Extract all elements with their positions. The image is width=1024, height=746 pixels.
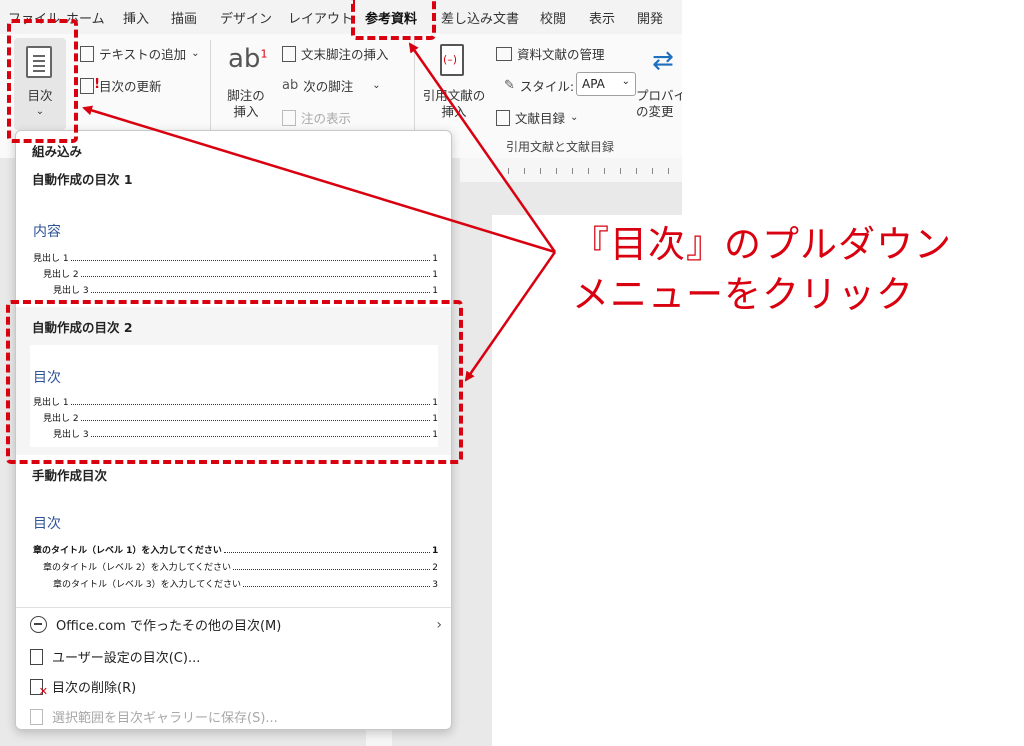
footnote-sup: 1 bbox=[260, 47, 268, 61]
callout-line-2: メニューをクリック bbox=[572, 273, 914, 316]
highlight-references-tab bbox=[351, 0, 436, 40]
tab-draw[interactable]: 描画 bbox=[171, 8, 197, 27]
builtin-header: 組み込み bbox=[32, 144, 83, 159]
horizontal-ruler bbox=[460, 158, 682, 182]
custom-toc-label: ユーザー設定の目次(C)... bbox=[52, 651, 201, 666]
toc-line: 見出し 21 bbox=[43, 270, 438, 280]
show-notes-icon bbox=[282, 109, 296, 126]
auto1-preview: 内容 見出し 11 見出し 21 見出し 31 bbox=[30, 221, 438, 296]
globe-icon bbox=[30, 616, 47, 633]
tab-review[interactable]: 校閲 bbox=[540, 8, 566, 27]
custom-toc-item[interactable]: ユーザー設定の目次(C)... bbox=[30, 647, 200, 666]
citations-group-label: 引用文献と文献目録 bbox=[506, 140, 615, 154]
manage-sources-icon bbox=[496, 46, 512, 61]
manual-preview: 目次 章のタイトル（レベル 1）を入力してください 1 章のタイトル（レベル 2）… bbox=[30, 513, 438, 607]
custom-toc-icon bbox=[30, 648, 43, 665]
add-text-button[interactable]: テキストの追加 ⌄ bbox=[80, 44, 200, 63]
insert-endnote-label: 文末脚注の挿入 bbox=[301, 47, 389, 62]
submenu-chevron-icon: › bbox=[436, 616, 442, 633]
add-text-chevron-icon: ⌄ bbox=[191, 48, 200, 59]
toc-line: 章のタイトル（レベル 1）を入力してください 1 bbox=[33, 546, 439, 556]
tab-layout[interactable]: レイアウト bbox=[288, 8, 353, 27]
toc-option-manual[interactable]: 手動作成目次 目次 章のタイトル（レベル 1）を入力してください 1 章のタイトル… bbox=[16, 457, 451, 607]
update-toc-button[interactable]: ! 目次の更新 bbox=[80, 76, 162, 95]
highlight-toc-button bbox=[7, 19, 78, 143]
auto1-title: 自動作成の目次 1 bbox=[32, 172, 133, 187]
more-toc-office-label: Office.com で作ったその他の目次(M) bbox=[56, 619, 282, 634]
toc-line: 章のタイトル（レベル 2）を入力してください 2 bbox=[43, 563, 438, 573]
toc-option-auto1[interactable]: 自動作成の目次 1 内容 見出し 11 見出し 21 見出し 31 bbox=[16, 159, 451, 297]
menu-separator bbox=[16, 607, 451, 608]
endnote-icon bbox=[282, 45, 296, 62]
style-dropdown[interactable]: APA ⌄ bbox=[576, 72, 636, 96]
manual-heading: 目次 bbox=[33, 516, 61, 532]
manage-sources-label: 資料文献の管理 bbox=[517, 47, 605, 62]
bibliography-label: 文献目録 bbox=[515, 111, 566, 126]
annotation-callout: 『目次』のプルダウン メニューをクリック bbox=[572, 220, 952, 320]
highlight-auto-toc-2 bbox=[6, 300, 463, 464]
style-dropdown-value: APA bbox=[582, 77, 605, 91]
toc-line: 見出し 31 bbox=[53, 286, 438, 296]
show-notes-button[interactable]: 注の表示 bbox=[282, 108, 351, 127]
provider-label: プロバイ の変更 bbox=[636, 88, 682, 119]
tab-mailings[interactable]: 差し込み文書 bbox=[441, 8, 519, 27]
tab-developer[interactable]: 開発 bbox=[637, 8, 663, 27]
remove-toc-item[interactable]: ✕ 目次の削除(R) bbox=[30, 677, 137, 698]
add-text-icon bbox=[80, 45, 94, 62]
bibliography-icon bbox=[496, 109, 510, 126]
insert-citation-label: 引用文献の 挿入 bbox=[422, 88, 486, 119]
tab-design[interactable]: デザイン bbox=[220, 8, 272, 27]
update-toc-label: 目次の更新 bbox=[99, 79, 162, 94]
show-notes-label: 注の表示 bbox=[301, 111, 352, 126]
style-label: ✎ スタイル: bbox=[504, 76, 574, 95]
citation-icon: (–) bbox=[440, 44, 464, 76]
tab-insert[interactable]: 挿入 bbox=[123, 8, 149, 27]
switch-provider-icon: ⇄ bbox=[652, 46, 674, 76]
style-label-text: スタイル: bbox=[519, 79, 575, 94]
add-text-label: テキストの追加 bbox=[99, 47, 187, 62]
toc-line: 見出し 11 bbox=[33, 254, 438, 264]
bibliography-chevron-icon: ⌄ bbox=[570, 112, 579, 123]
callout-line-1: 『目次』のプルダウン bbox=[572, 223, 952, 266]
footnote-icon: ab1 bbox=[228, 44, 267, 74]
toc-line: 章のタイトル（レベル 3）を入力してください 3 bbox=[53, 580, 438, 590]
insert-endnote-button[interactable]: 文末脚注の挿入 bbox=[282, 44, 389, 63]
next-footnote-chevron-icon: ⌄ bbox=[372, 80, 381, 91]
remove-toc-label: 目次の削除(R) bbox=[52, 681, 137, 696]
more-toc-office-item[interactable]: Office.com で作ったその他の目次(M) › bbox=[30, 615, 442, 634]
tab-view[interactable]: 表示 bbox=[589, 8, 615, 27]
bibliography-button[interactable]: 文献目録 ⌄ bbox=[496, 108, 578, 127]
manual-title: 手動作成目次 bbox=[32, 468, 108, 483]
style-icon: ✎ bbox=[504, 78, 515, 93]
next-footnote-label: 次の脚注 bbox=[303, 79, 354, 94]
remove-toc-icon: ✕ bbox=[30, 678, 48, 698]
manage-sources-button[interactable]: 資料文献の管理 bbox=[496, 44, 605, 63]
ribbon-tabs: ファイル ホーム 挿入 描画 デザイン レイアウト 参考資料 差し込み文書 校閲… bbox=[0, 0, 682, 34]
style-dropdown-chevron-icon: ⌄ bbox=[621, 76, 630, 87]
save-toc-gallery-label: 選択範囲を目次ギャラリーに保存(S)... bbox=[52, 711, 278, 726]
auto1-heading: 内容 bbox=[33, 224, 61, 240]
next-footnote-icon: ab bbox=[282, 78, 299, 93]
save-toc-gallery-item[interactable]: 選択範囲を目次ギャラリーに保存(S)... bbox=[30, 707, 278, 726]
next-footnote-button[interactable]: ab 次の脚注 ⌄ bbox=[282, 76, 381, 95]
save-toc-icon bbox=[30, 708, 43, 725]
update-toc-icon: ! bbox=[80, 77, 100, 94]
footnote-glyph: ab bbox=[228, 44, 261, 74]
insert-footnote-label: 脚注の 挿入 bbox=[227, 88, 265, 119]
